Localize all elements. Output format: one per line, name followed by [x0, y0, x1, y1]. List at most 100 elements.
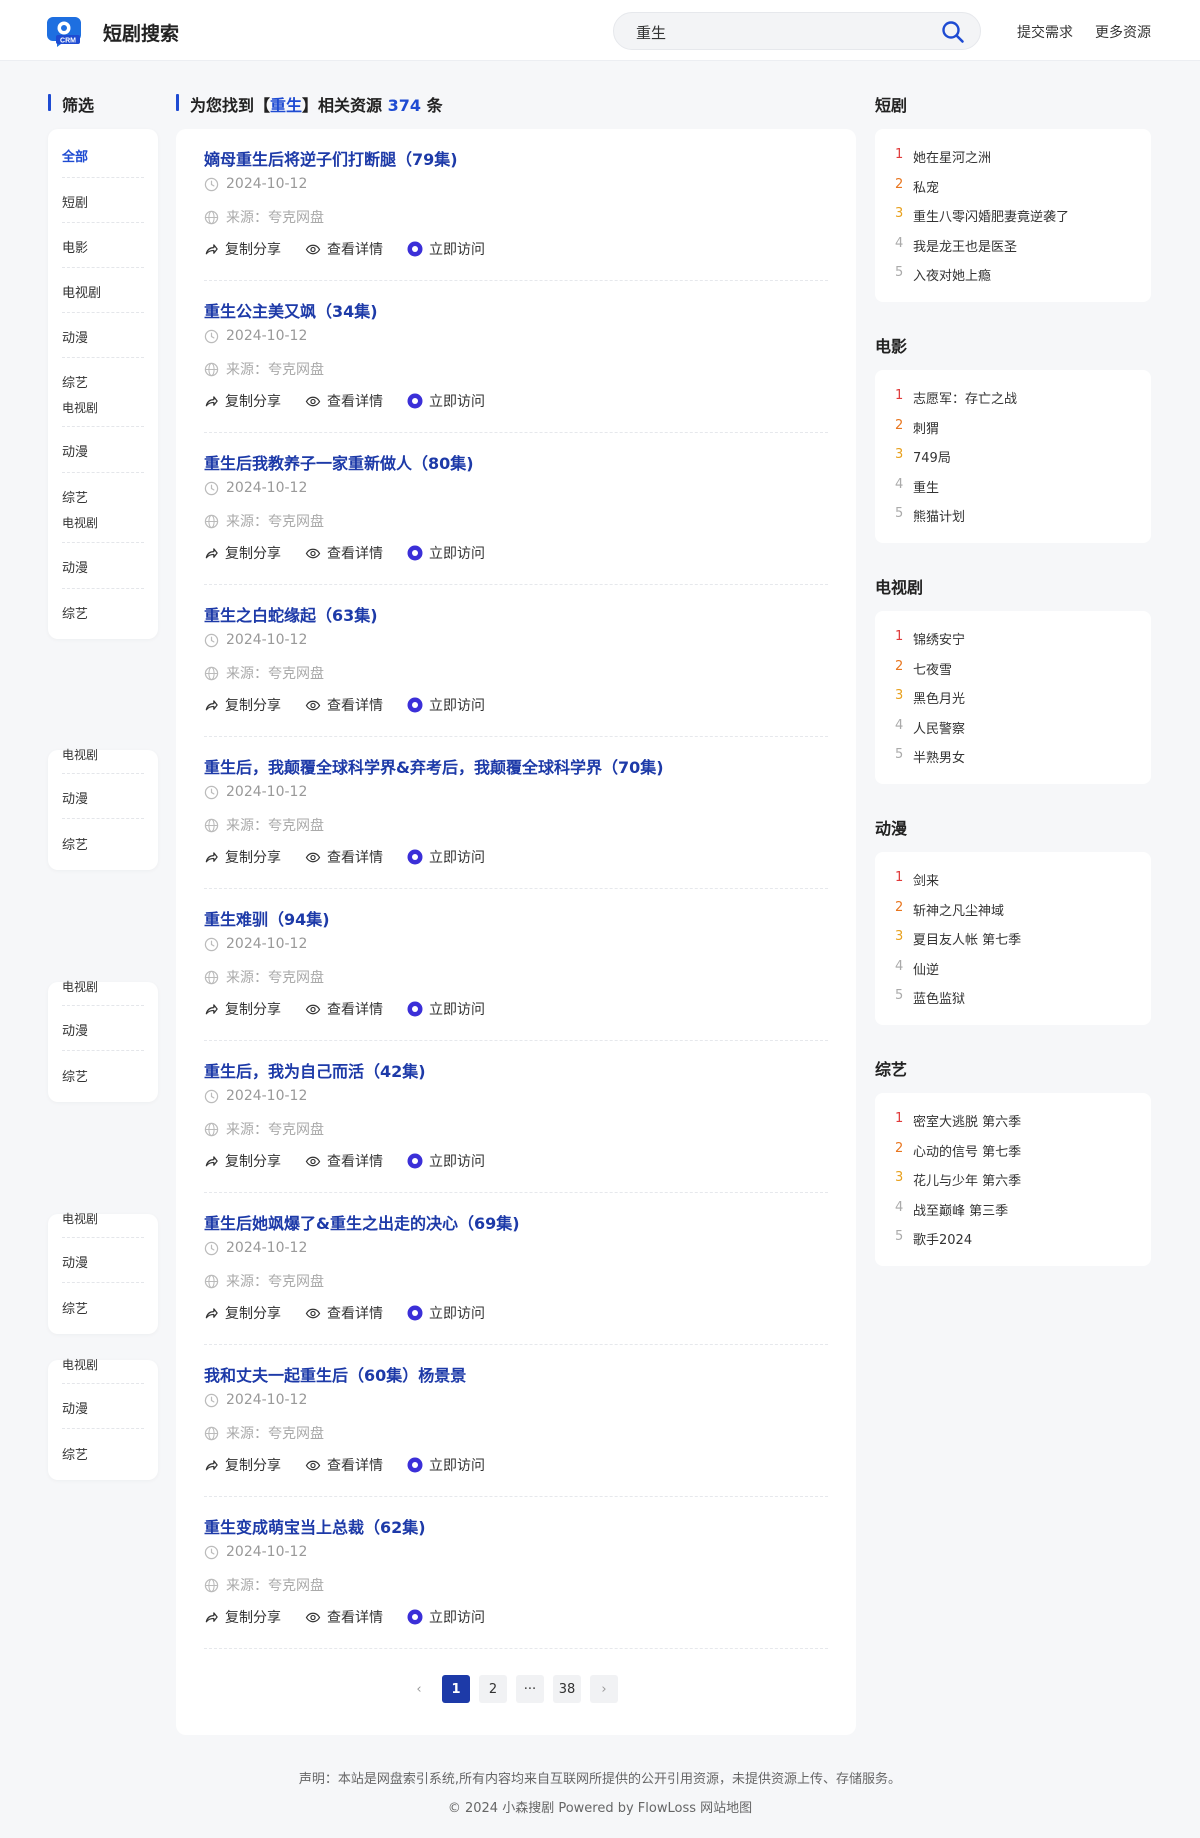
copy-share-button[interactable]: 复制分享 — [204, 999, 281, 1019]
ranking-item[interactable]: 5 歌手2024 — [895, 1229, 972, 1248]
page-1-button[interactable]: 1 — [442, 1675, 470, 1703]
copy-share-button[interactable]: 复制分享 — [204, 695, 281, 715]
ranking-item[interactable]: 5 熊猫计划 — [895, 506, 965, 525]
filter-all[interactable]: 全部 — [62, 146, 144, 165]
view-detail-button[interactable]: 查看详情 — [305, 695, 383, 715]
ranking-item[interactable]: 3 花儿与少年 第六季 — [895, 1170, 1021, 1189]
result-title[interactable]: 重生后，我颠覆全球科学界&弃考后，我颠覆全球科学界（70集) — [204, 754, 664, 778]
ranking-item[interactable]: 3 重生八零闪婚肥妻竟逆袭了 — [895, 206, 1069, 225]
visit-now-button[interactable]: 立即访问 — [407, 1151, 485, 1171]
filter-anime[interactable]: 动漫 — [62, 327, 144, 346]
ranking-item[interactable]: 5 蓝色监狱 — [895, 988, 965, 1007]
nav-more-resources[interactable]: 更多资源 — [1095, 22, 1151, 42]
filter-tv[interactable]: 电视剧 — [62, 1210, 98, 1227]
visit-now-button[interactable]: 立即访问 — [407, 391, 485, 411]
ranking-item[interactable]: 1 锦绣安宁 — [895, 629, 965, 648]
visit-now-button[interactable]: 立即访问 — [407, 695, 485, 715]
result-title[interactable]: 重生之白蛇缘起（63集) — [204, 602, 378, 626]
filter-tv[interactable]: 电视剧 — [62, 978, 98, 995]
filter-anime[interactable]: 动漫 — [62, 1252, 144, 1271]
ranking-item[interactable]: 4 重生 — [895, 477, 939, 496]
filter-anime[interactable]: 动漫 — [62, 788, 144, 807]
ranking-item[interactable]: 2 刺猬 — [895, 418, 939, 437]
view-detail-button[interactable]: 查看详情 — [305, 1455, 383, 1475]
result-title[interactable]: 重生公主美又飒（34集) — [204, 298, 378, 322]
result-title[interactable]: 重生变成萌宝当上总裁（62集) — [204, 1514, 426, 1538]
visit-now-button[interactable]: 立即访问 — [407, 543, 485, 563]
copy-share-button[interactable]: 复制分享 — [204, 543, 281, 563]
ranking-item[interactable]: 1 剑来 — [895, 870, 939, 889]
filter-variety[interactable]: 综艺 — [62, 487, 144, 506]
nav-submit-request[interactable]: 提交需求 — [1017, 22, 1073, 42]
copy-share-button[interactable]: 复制分享 — [204, 1455, 281, 1475]
copy-share-button[interactable]: 复制分享 — [204, 1303, 281, 1323]
filter-anime[interactable]: 动漫 — [62, 557, 144, 576]
ranking-item[interactable]: 1 志愿军：存亡之战 — [895, 388, 1017, 407]
search-button[interactable] — [940, 19, 966, 45]
result-title[interactable]: 重生后她飒爆了&重生之出走的决心（69集) — [204, 1210, 520, 1234]
view-detail-button[interactable]: 查看详情 — [305, 1607, 383, 1627]
ranking-item[interactable]: 1 密室大逃脱 第六季 — [895, 1111, 1021, 1130]
ranking-item[interactable]: 2 七夜雪 — [895, 659, 952, 678]
logo[interactable]: CRM — [47, 13, 87, 47]
filter-variety[interactable]: 综艺 — [62, 834, 144, 853]
filter-tv[interactable]: 电视剧 — [62, 282, 144, 301]
visit-now-button[interactable]: 立即访问 — [407, 1455, 485, 1475]
ranking-item[interactable]: 2 斩神之凡尘神域 — [895, 900, 1004, 919]
page-38-button[interactable]: 38 — [553, 1675, 581, 1703]
site-title[interactable]: 短剧搜索 — [103, 19, 179, 46]
prev-page-button[interactable]: ‹ — [405, 1675, 433, 1703]
view-detail-button[interactable]: 查看详情 — [305, 999, 383, 1019]
ranking-item[interactable]: 5 半熟男女 — [895, 747, 965, 766]
filter-variety[interactable]: 综艺 — [62, 372, 144, 391]
result-title[interactable]: 我和丈夫一起重生后（60集）杨景景 — [204, 1362, 466, 1386]
view-detail-button[interactable]: 查看详情 — [305, 1151, 383, 1171]
search-input[interactable] — [636, 21, 916, 43]
filter-tv[interactable]: 电视剧 — [62, 1356, 98, 1373]
visit-now-button[interactable]: 立即访问 — [407, 999, 485, 1019]
next-page-button[interactable]: › — [590, 1675, 618, 1703]
ranking-item[interactable]: 4 战至巅峰 第三季 — [895, 1200, 1008, 1219]
filter-variety[interactable]: 综艺 — [62, 1066, 144, 1085]
filter-variety[interactable]: 综艺 — [62, 1298, 144, 1317]
ranking-item[interactable]: 2 私宠 — [895, 177, 939, 196]
result-title[interactable]: 重生难驯（94集) — [204, 906, 330, 930]
copy-share-button[interactable]: 复制分享 — [204, 847, 281, 867]
view-detail-button[interactable]: 查看详情 — [305, 391, 383, 411]
ranking-item[interactable]: 2 心动的信号 第七季 — [895, 1141, 1021, 1160]
view-detail-button[interactable]: 查看详情 — [305, 1303, 383, 1323]
filter-movie[interactable]: 电影 — [62, 237, 144, 256]
ranking-item[interactable]: 5 入夜对她上瘾 — [895, 265, 991, 284]
page-2-button[interactable]: 2 — [479, 1675, 507, 1703]
view-detail-button[interactable]: 查看详情 — [305, 543, 383, 563]
filter-variety[interactable]: 综艺 — [62, 603, 144, 622]
result-title[interactable]: 嫡母重生后将逆子们打断腿（79集) — [204, 146, 458, 170]
filter-anime[interactable]: 动漫 — [62, 441, 144, 460]
result-title[interactable]: 重生后，我为自己而活（42集) — [204, 1058, 426, 1082]
filter-tv[interactable]: 电视剧 — [62, 746, 98, 763]
ranking-item[interactable]: 3 黑色月光 — [895, 688, 965, 707]
copy-share-button[interactable]: 复制分享 — [204, 1151, 281, 1171]
visit-now-button[interactable]: 立即访问 — [407, 1303, 485, 1323]
filter-short-drama[interactable]: 短剧 — [62, 192, 144, 211]
filter-tv[interactable]: 电视剧 — [62, 514, 98, 531]
visit-now-button[interactable]: 立即访问 — [407, 1607, 485, 1627]
filter-tv[interactable]: 电视剧 — [62, 399, 98, 416]
ranking-item[interactable]: 3 749局 — [895, 447, 951, 466]
ranking-item[interactable]: 4 人民警察 — [895, 718, 965, 737]
view-detail-button[interactable]: 查看详情 — [305, 239, 383, 259]
view-detail-button[interactable]: 查看详情 — [305, 847, 383, 867]
page-ellipsis-button[interactable]: ··· — [516, 1675, 544, 1703]
filter-variety[interactable]: 综艺 — [62, 1444, 144, 1463]
visit-now-button[interactable]: 立即访问 — [407, 847, 485, 867]
copy-share-button[interactable]: 复制分享 — [204, 1607, 281, 1627]
copy-share-button[interactable]: 复制分享 — [204, 239, 281, 259]
result-title[interactable]: 重生后我教养子一家重新做人（80集) — [204, 450, 474, 474]
ranking-item[interactable]: 3 夏目友人帐 第七季 — [895, 929, 1021, 948]
visit-now-button[interactable]: 立即访问 — [407, 239, 485, 259]
ranking-item[interactable]: 1 她在星河之洲 — [895, 147, 991, 166]
filter-anime[interactable]: 动漫 — [62, 1020, 144, 1039]
ranking-item[interactable]: 4 我是龙王也是医圣 — [895, 236, 1017, 255]
filter-anime[interactable]: 动漫 — [62, 1398, 144, 1417]
ranking-item[interactable]: 4 仙逆 — [895, 959, 939, 978]
